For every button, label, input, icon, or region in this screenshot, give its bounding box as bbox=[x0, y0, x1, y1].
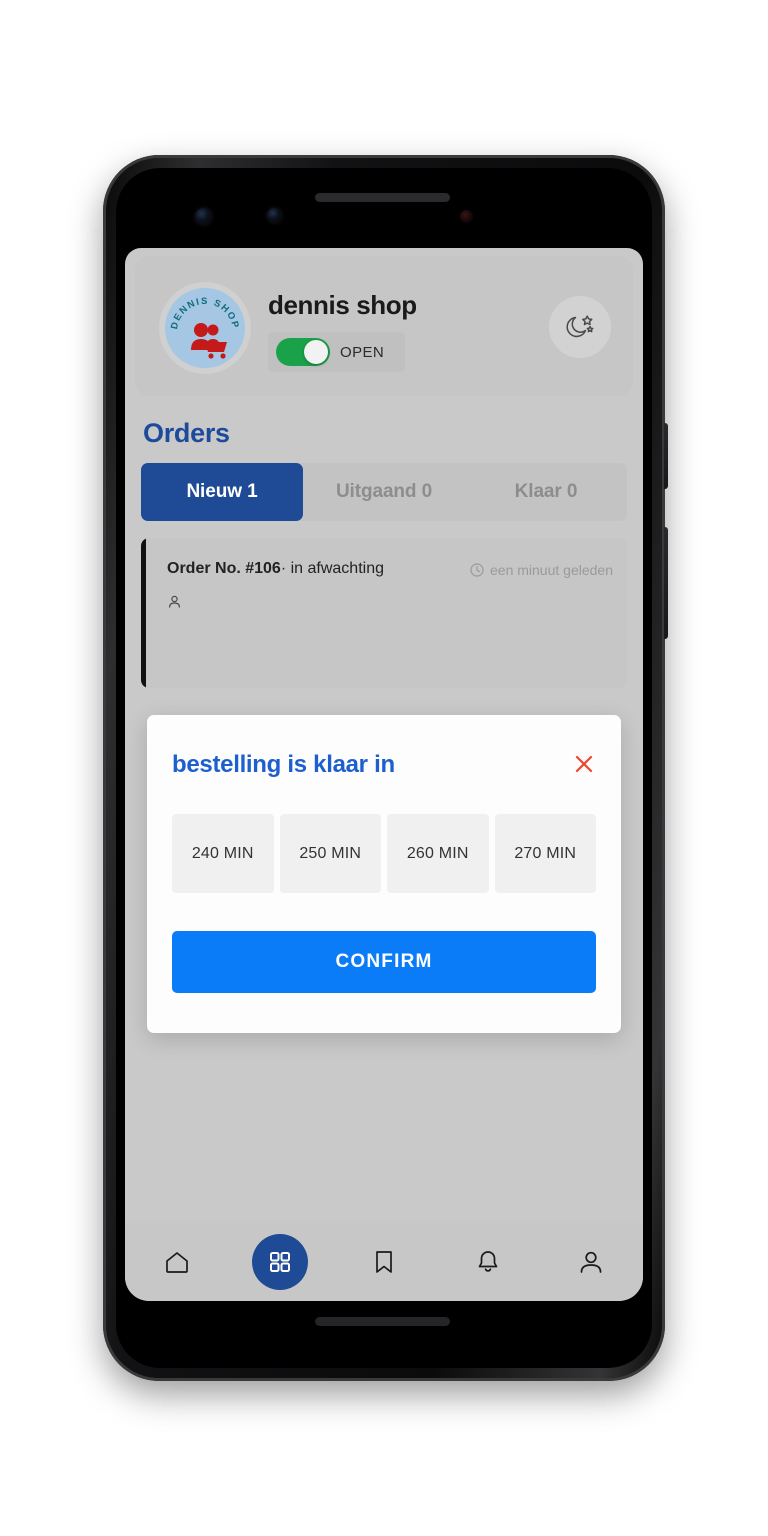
phone-frame: DENNIS SHOP dennis shop OPEN Orders Nieu… bbox=[103, 155, 668, 1381]
home-icon bbox=[165, 1252, 188, 1273]
nav-item-profile[interactable] bbox=[563, 1234, 619, 1290]
app-screen: DENNIS SHOP dennis shop OPEN Orders Nieu… bbox=[125, 248, 643, 1301]
confirm-button[interactable]: CONFIRM bbox=[172, 931, 596, 993]
order-separator: · bbox=[280, 560, 287, 577]
shop-header-card: DENNIS SHOP dennis shop OPEN bbox=[135, 256, 633, 396]
ready-time-modal: bestelling is klaar in 240 MIN 250 MIN 2… bbox=[147, 715, 621, 1033]
shop-name: dennis shop bbox=[268, 290, 417, 320]
tab-uitgaand[interactable]: Uitgaand 0 bbox=[303, 463, 465, 521]
order-timestamp: een minuut geleden bbox=[470, 562, 613, 578]
nav-item-notifications[interactable] bbox=[460, 1234, 516, 1290]
clock-icon bbox=[470, 563, 484, 577]
tab-klaar[interactable]: Klaar 0 bbox=[465, 463, 627, 521]
nav-item-bookmarks[interactable] bbox=[356, 1234, 412, 1290]
close-icon bbox=[575, 755, 593, 773]
order-time-text: een minuut geleden bbox=[490, 562, 613, 578]
power-button[interactable] bbox=[664, 423, 668, 489]
time-option-270[interactable]: 270 MIN bbox=[494, 814, 596, 893]
orders-heading: Orders bbox=[143, 418, 230, 448]
open-status-label: OPEN bbox=[340, 343, 385, 361]
modal-title: bestelling is klaar in bbox=[172, 751, 395, 778]
nav-item-orders[interactable] bbox=[252, 1234, 309, 1290]
bottom-navigation bbox=[125, 1223, 643, 1301]
screenshot-root: DENNIS SHOP dennis shop OPEN Orders Nieu… bbox=[0, 0, 768, 1536]
toggle-knob bbox=[304, 340, 328, 364]
person-icon bbox=[580, 1251, 602, 1273]
shop-open-toggle-row[interactable]: OPEN bbox=[268, 332, 405, 372]
indicator-led-icon bbox=[460, 210, 473, 223]
proximity-sensor-icon bbox=[267, 208, 282, 223]
order-customer-row bbox=[167, 594, 182, 609]
bottom-speaker bbox=[315, 1317, 450, 1326]
order-status: in afwachting bbox=[290, 560, 384, 577]
order-card[interactable]: Order No. #106· in afwachting een minuut… bbox=[141, 538, 627, 688]
order-status-accent-bar bbox=[141, 538, 146, 688]
bookmark-icon bbox=[376, 1251, 392, 1273]
order-number: Order No. #106 bbox=[167, 560, 281, 577]
tab-nieuw[interactable]: Nieuw 1 bbox=[141, 463, 303, 521]
grid-icon bbox=[270, 1252, 291, 1272]
nav-item-home[interactable] bbox=[149, 1234, 205, 1290]
front-camera-icon bbox=[195, 208, 212, 225]
dark-mode-button[interactable] bbox=[549, 296, 611, 358]
time-option-260[interactable]: 260 MIN bbox=[387, 814, 489, 893]
order-headline: Order No. #106· in afwachting bbox=[167, 560, 384, 578]
moon-stars-icon bbox=[566, 315, 594, 338]
shop-logo-icon: DENNIS SHOP bbox=[165, 288, 245, 368]
time-option-list: 240 MIN 250 MIN 260 MIN 270 MIN bbox=[172, 814, 596, 893]
time-option-250[interactable]: 250 MIN bbox=[279, 814, 381, 893]
open-toggle-switch[interactable] bbox=[276, 338, 330, 366]
earpiece-speaker bbox=[315, 193, 450, 202]
volume-button[interactable] bbox=[664, 527, 668, 639]
modal-close-button[interactable] bbox=[571, 751, 597, 777]
person-small-icon bbox=[169, 595, 180, 608]
orders-tabs: Nieuw 1 Uitgaand 0 Klaar 0 bbox=[141, 463, 627, 521]
bell-icon bbox=[478, 1251, 497, 1272]
time-option-240[interactable]: 240 MIN bbox=[172, 814, 274, 893]
